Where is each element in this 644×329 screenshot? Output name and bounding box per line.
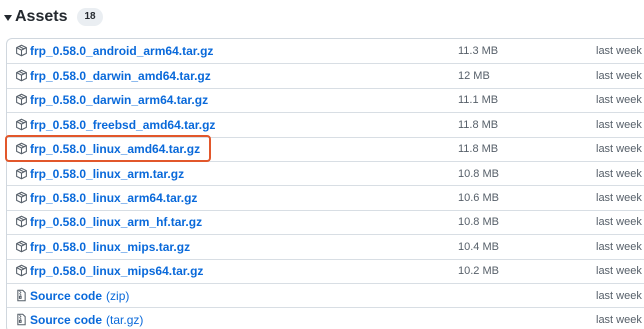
asset-size: 11.1 MB <box>458 94 499 107</box>
asset-size: 11.3 MB <box>458 45 499 58</box>
asset-date: last week <box>596 289 642 302</box>
file-zip-icon <box>15 289 29 303</box>
asset-name-text: Source code <box>30 312 103 327</box>
package-icon <box>15 191 29 205</box>
asset-row: frp_0.58.0_linux_arm_hf.tar.gz 10.8 MB las… <box>7 209 644 234</box>
package-icon <box>15 264 29 278</box>
package-icon <box>15 44 29 58</box>
asset-name-text: Source code <box>30 288 103 303</box>
asset-link[interactable]: Source code (zip) <box>15 284 129 307</box>
asset-link[interactable]: frp_0.58.0_linux_arm.tar.gz <box>15 162 188 185</box>
asset-size: 10.6 MB <box>458 192 499 205</box>
asset-link[interactable]: frp_0.58.0_linux_arm64.tar.gz <box>15 186 201 209</box>
asset-size: 12 MB <box>458 70 490 83</box>
asset-date: last week <box>596 143 642 156</box>
asset-date: last week <box>596 45 642 58</box>
asset-date: last week <box>596 240 642 253</box>
asset-row: frp_0.58.0_linux_mips64.tar.gz 10.2 MB las… <box>7 258 644 283</box>
asset-link[interactable]: frp_0.58.0_android_arm64.tar.gz <box>15 39 217 63</box>
package-icon <box>15 118 29 132</box>
asset-link[interactable]: frp_0.58.0_linux_mips64.tar.gz <box>15 260 207 283</box>
package-icon <box>15 93 29 107</box>
asset-row: frp_0.58.0_darwin_arm64.tar.gz 11.1 MB las… <box>7 87 644 112</box>
asset-link[interactable]: Source code (tar.gz) <box>15 308 143 329</box>
asset-date: last week <box>596 313 642 326</box>
asset-row: frp_0.58.0_freebsd_amd64.tar.gz 11.8 MB la… <box>7 112 644 136</box>
asset-name-text: frp_0.58.0_linux_arm.tar.gz <box>30 166 185 181</box>
asset-row: Source code (zip) last week <box>7 282 644 307</box>
assets-header[interactable]: Assets 18 <box>4 6 103 28</box>
asset-suffix: (tar.gz) <box>106 312 144 327</box>
caret-down-icon[interactable] <box>4 14 12 21</box>
asset-link[interactable]: frp_0.58.0_freebsd_amd64.tar.gz <box>15 113 219 136</box>
asset-size: 10.2 MB <box>458 265 499 278</box>
asset-date: last week <box>596 94 642 107</box>
asset-date: last week <box>596 265 642 278</box>
asset-size: 10.8 MB <box>458 167 499 180</box>
asset-date: last week <box>596 118 642 131</box>
asset-name-text: frp_0.58.0_linux_arm_hf.tar.gz <box>30 215 203 230</box>
file-zip-icon <box>15 313 29 327</box>
asset-date: last week <box>596 167 642 180</box>
package-icon <box>15 215 29 229</box>
asset-name-text: frp_0.58.0_linux_mips64.tar.gz <box>30 264 204 279</box>
assets-count-badge: 18 <box>77 8 103 26</box>
asset-date: last week <box>596 192 642 205</box>
asset-link[interactable]: frp_0.58.0_linux_arm_hf.tar.gz <box>15 211 206 234</box>
asset-link[interactable]: frp_0.58.0_darwin_arm64.tar.gz <box>15 89 212 112</box>
asset-link[interactable]: frp_0.58.0_darwin_amd64.tar.gz <box>15 64 215 87</box>
asset-row: frp_0.58.0_darwin_amd64.tar.gz 12 MB last … <box>7 63 644 87</box>
asset-list: frp_0.58.0_android_arm64.tar.gz 11.3 MB la… <box>6 38 644 329</box>
asset-suffix: (zip) <box>106 288 130 303</box>
asset-row: frp_0.58.0_linux_amd64.tar.gz 11.8 MB last… <box>7 136 644 161</box>
asset-name-text: frp_0.58.0_android_arm64.tar.gz <box>30 44 214 59</box>
package-icon <box>15 240 29 254</box>
asset-row: frp_0.58.0_linux_arm64.tar.gz 10.6 MB last… <box>7 185 644 209</box>
asset-date: last week <box>596 216 642 229</box>
asset-size: 11.8 MB <box>458 143 499 156</box>
asset-size: 10.4 MB <box>458 240 499 253</box>
asset-name-text: frp_0.58.0_linux_amd64.tar.gz <box>30 142 201 157</box>
asset-row: frp_0.58.0_linux_mips.tar.gz 10.4 MB last … <box>7 234 644 258</box>
asset-date: last week <box>596 70 642 83</box>
asset-name-text: frp_0.58.0_linux_arm64.tar.gz <box>30 191 198 206</box>
package-icon <box>15 69 29 83</box>
asset-row: frp_0.58.0_linux_arm.tar.gz 10.8 MB last w… <box>7 160 644 185</box>
asset-link[interactable]: frp_0.58.0_linux_mips.tar.gz <box>15 235 194 258</box>
package-icon <box>15 167 29 181</box>
asset-row: Source code (tar.gz) last week <box>7 307 644 329</box>
asset-name-text: frp_0.58.0_darwin_amd64.tar.gz <box>30 69 211 84</box>
asset-name-text: frp_0.58.0_freebsd_amd64.tar.gz <box>30 117 216 132</box>
release-assets-panel: Assets 18 frp_0.58.0_android_arm64.tar.g… <box>0 0 644 329</box>
asset-name-text: frp_0.58.0_darwin_arm64.tar.gz <box>30 93 209 108</box>
asset-link[interactable]: frp_0.58.0_linux_amd64.tar.gz <box>15 138 204 161</box>
asset-name-text: frp_0.58.0_linux_mips.tar.gz <box>30 239 191 254</box>
assets-title: Assets <box>15 8 68 25</box>
asset-size: 11.8 MB <box>458 118 499 131</box>
asset-size: 10.8 MB <box>458 216 499 229</box>
package-icon <box>15 142 29 156</box>
asset-row: frp_0.58.0_android_arm64.tar.gz 11.3 MB la… <box>7 39 644 63</box>
